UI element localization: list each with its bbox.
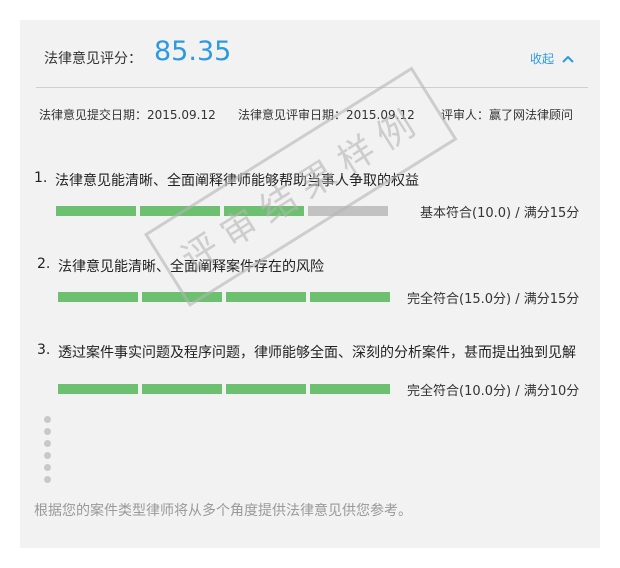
bar-segment-filled [58, 384, 138, 394]
item-number: 3. [37, 342, 51, 358]
vertical-dots-icon [44, 416, 51, 483]
item-number: 2. [37, 256, 51, 272]
bar-segment-filled [140, 206, 220, 216]
collapse-button[interactable]: 收起 [530, 50, 574, 67]
submit-date: 法律意见提交日期：2015.09.12 [39, 108, 216, 122]
review-card: 法律意见评分： 85.35 收起 法律意见提交日期：2015.09.12 法律意… [20, 20, 600, 548]
item-score: 完全符合(15.0分) / 满分15分 [407, 292, 580, 307]
score-bar [58, 292, 390, 302]
item-number: 1. [34, 170, 48, 186]
chevron-up-icon [562, 55, 574, 63]
header-divider [36, 87, 588, 88]
bar-segment-empty [308, 206, 388, 216]
item-title: 透过案件事实问题及程序问题，律师能够全面、深刻的分析案件，甚而提出独到见解 [58, 345, 576, 361]
score-bar [56, 206, 388, 216]
collapse-label: 收起 [530, 52, 555, 66]
score-bar [58, 384, 390, 394]
bar-segment-filled [142, 292, 222, 302]
item-title: 法律意见能清晰、全面阐释案件存在的风险 [58, 259, 324, 275]
bar-segment-filled [226, 292, 306, 302]
bar-segment-filled [224, 206, 304, 216]
item-score: 基本符合(10.0) / 满分15分 [420, 206, 580, 221]
score-value: 85.35 [154, 36, 232, 67]
bar-segment-filled [310, 292, 390, 302]
reviewer: 评审人：赢了网法律顾问 [441, 108, 574, 122]
score-label: 法律意见评分： [44, 51, 142, 67]
footer-note: 根据您的案件类型律师将从多个角度提供法律意见供您参考。 [34, 503, 412, 519]
bar-segment-filled [142, 384, 222, 394]
review-date: 法律意见评审日期：2015.09.12 [238, 108, 415, 122]
bar-segment-filled [310, 384, 390, 394]
bar-segment-filled [56, 206, 136, 216]
item-title: 法律意见能清晰、全面阐释律师能够帮助当事人争取的权益 [55, 173, 419, 189]
bar-segment-filled [58, 292, 138, 302]
item-score: 完全符合(10.0分) / 满分10分 [407, 384, 580, 399]
bar-segment-filled [226, 384, 306, 394]
